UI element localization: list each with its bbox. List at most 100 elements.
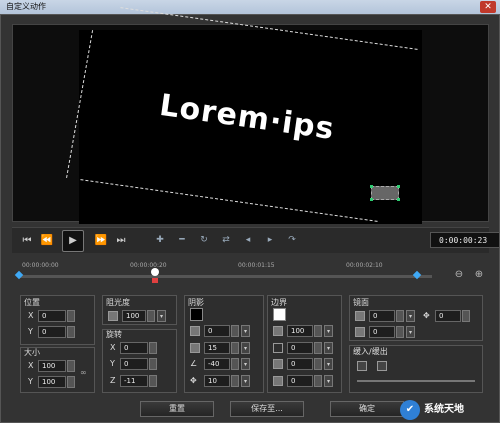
border-blur-spinner[interactable] (314, 358, 322, 370)
link-icon[interactable]: ∞ (80, 368, 87, 377)
mirror-fade-icon (355, 327, 365, 337)
border-blur-input[interactable]: 0 (287, 358, 313, 370)
opacity-icon (108, 311, 118, 321)
border-opacity-icon (273, 326, 283, 336)
size-x-spinner[interactable] (67, 360, 75, 372)
position-y-spinner[interactable] (67, 326, 75, 338)
ease-out-icon[interactable] (377, 361, 387, 371)
border-edge-dropdown[interactable]: ▾ (324, 375, 333, 387)
shadow-blur-spinner[interactable] (231, 342, 239, 354)
opacity-spinner[interactable] (147, 310, 155, 322)
save-to-button[interactable]: 保存至... (230, 401, 304, 417)
tick-label: 00:00:00:00 (22, 262, 59, 269)
shadow-opacity-icon (190, 326, 200, 336)
opacity-dropdown[interactable]: ▾ (157, 310, 166, 322)
shadow-angle-dropdown[interactable]: ▾ (241, 358, 250, 370)
reverse-icon[interactable]: ↻ (196, 232, 212, 248)
mirror-opacity-icon (355, 311, 365, 321)
position-x-input[interactable]: 0 (38, 310, 66, 322)
skip-end-icon[interactable]: ⏭ (112, 232, 130, 250)
current-keyframe[interactable] (152, 278, 158, 283)
mirror-fade-input[interactable]: 0 (369, 326, 395, 338)
mirror-fade-spinner[interactable] (396, 326, 404, 338)
rotation-x-input[interactable]: 0 (120, 342, 148, 354)
border-opacity-input[interactable]: 100 (287, 325, 313, 337)
border-blur-dropdown[interactable]: ▾ (324, 358, 333, 370)
position-x-label: X (28, 311, 34, 320)
next-keyframe-icon[interactable]: ▸ (262, 232, 278, 248)
rotation-y-input[interactable]: 0 (120, 358, 148, 370)
add-keyframe-icon[interactable]: ✚ (152, 232, 168, 248)
ease-icon[interactable]: ↷ (284, 232, 300, 248)
mirror-offset-spinner[interactable] (462, 310, 470, 322)
ease-in-icon[interactable] (357, 361, 367, 371)
play-icon[interactable]: ▶ (62, 230, 84, 252)
position-y-label: Y (28, 327, 33, 336)
shadow-opacity-dropdown[interactable]: ▾ (241, 325, 250, 337)
mirror-offset-input[interactable]: 0 (435, 310, 461, 322)
shadow-distance-spinner[interactable] (231, 375, 239, 387)
mirror-fade-dropdown[interactable]: ▾ (406, 326, 415, 338)
size-y-label: Y (28, 377, 33, 386)
shadow-opacity-input[interactable]: 0 (204, 325, 230, 337)
skip-start-icon[interactable]: ⏮ (18, 232, 36, 250)
timecode-display[interactable]: 0:00:00:23 (430, 232, 500, 248)
timeline-ruler[interactable]: 00:00:00:00 00:00:00:20 00:00:01:15 00:0… (12, 258, 442, 286)
tick-label: 00:00:01:15 (238, 262, 275, 269)
border-edge-spinner[interactable] (314, 375, 322, 387)
size-x-input[interactable]: 100 (38, 360, 66, 372)
rotation-title: 旋转 (106, 330, 122, 339)
shadow-angle-input[interactable]: -40 (204, 358, 230, 370)
rotation-x-spinner[interactable] (149, 342, 157, 354)
ok-button[interactable]: 确定 (330, 401, 404, 417)
reset-button[interactable]: 重置 (140, 401, 214, 417)
shadow-blur-input[interactable]: 15 (204, 342, 230, 354)
border-opacity-spinner[interactable] (314, 325, 322, 337)
playhead[interactable] (151, 268, 159, 276)
watermark-logo-icon: ✔ (400, 400, 420, 420)
zoom-in-icon[interactable]: ⊕ (472, 269, 486, 283)
shadow-distance-dropdown[interactable]: ▾ (241, 375, 250, 387)
title-bar: 自定义动作 ✕ (0, 0, 500, 14)
shadow-opacity-spinner[interactable] (231, 325, 239, 337)
fade-slider[interactable] (357, 380, 475, 382)
zoom-out-icon[interactable]: ⊖ (452, 269, 466, 283)
close-icon[interactable]: ✕ (480, 1, 496, 13)
remove-keyframe-icon[interactable]: ━ (174, 232, 190, 248)
opacity-input[interactable]: 100 (122, 310, 146, 322)
rotation-z-input[interactable]: -11 (120, 375, 148, 387)
size-y-spinner[interactable] (67, 376, 75, 388)
size-y-input[interactable]: 100 (38, 376, 66, 388)
border-color-swatch[interactable] (273, 308, 286, 321)
shadow-angle-spinner[interactable] (231, 358, 239, 370)
mirror-opacity-input[interactable]: 0 (369, 310, 395, 322)
shadow-blur-dropdown[interactable]: ▾ (241, 342, 250, 354)
shadow-distance-input[interactable]: 10 (204, 375, 230, 387)
border-width-dropdown[interactable]: ▾ (324, 342, 333, 354)
position-x-spinner[interactable] (67, 310, 75, 322)
mirror-opacity-spinner[interactable] (396, 310, 404, 322)
shadow-color-swatch[interactable] (190, 308, 203, 321)
size-x-label: X (28, 361, 34, 370)
rotation-y-label: Y (110, 359, 115, 368)
fade-title: 缓入/缓出 (353, 347, 388, 356)
tick-label: 00:00:00:20 (130, 262, 167, 269)
border-opacity-dropdown[interactable]: ▾ (324, 325, 333, 337)
rotation-x-label: X (110, 343, 116, 352)
step-back-icon[interactable]: ⏪ (38, 232, 56, 250)
border-width-spinner[interactable] (314, 342, 322, 354)
mirror-opacity-dropdown[interactable]: ▾ (406, 310, 415, 322)
prev-keyframe-icon[interactable]: ◂ (240, 232, 256, 248)
step-forward-icon[interactable]: ⏩ (92, 232, 110, 250)
border-edge-icon (273, 376, 283, 386)
timeline-track[interactable] (18, 275, 432, 278)
position-y-input[interactable]: 0 (38, 326, 66, 338)
playback-controls: ⏮ ⏪ ▶ ⏩ ⏭ ✚ ━ ↻ ⇄ ◂ ▸ ↷ 0:00:00:23 (12, 227, 500, 253)
rotation-z-spinner[interactable] (149, 375, 157, 387)
rotation-y-spinner[interactable] (149, 358, 157, 370)
preview-text[interactable]: Lorem·ips (157, 88, 336, 147)
border-width-input[interactable]: 0 (287, 342, 313, 354)
swap-icon[interactable]: ⇄ (218, 232, 234, 248)
resize-handle[interactable] (370, 185, 400, 201)
border-edge-input[interactable]: 0 (287, 375, 313, 387)
